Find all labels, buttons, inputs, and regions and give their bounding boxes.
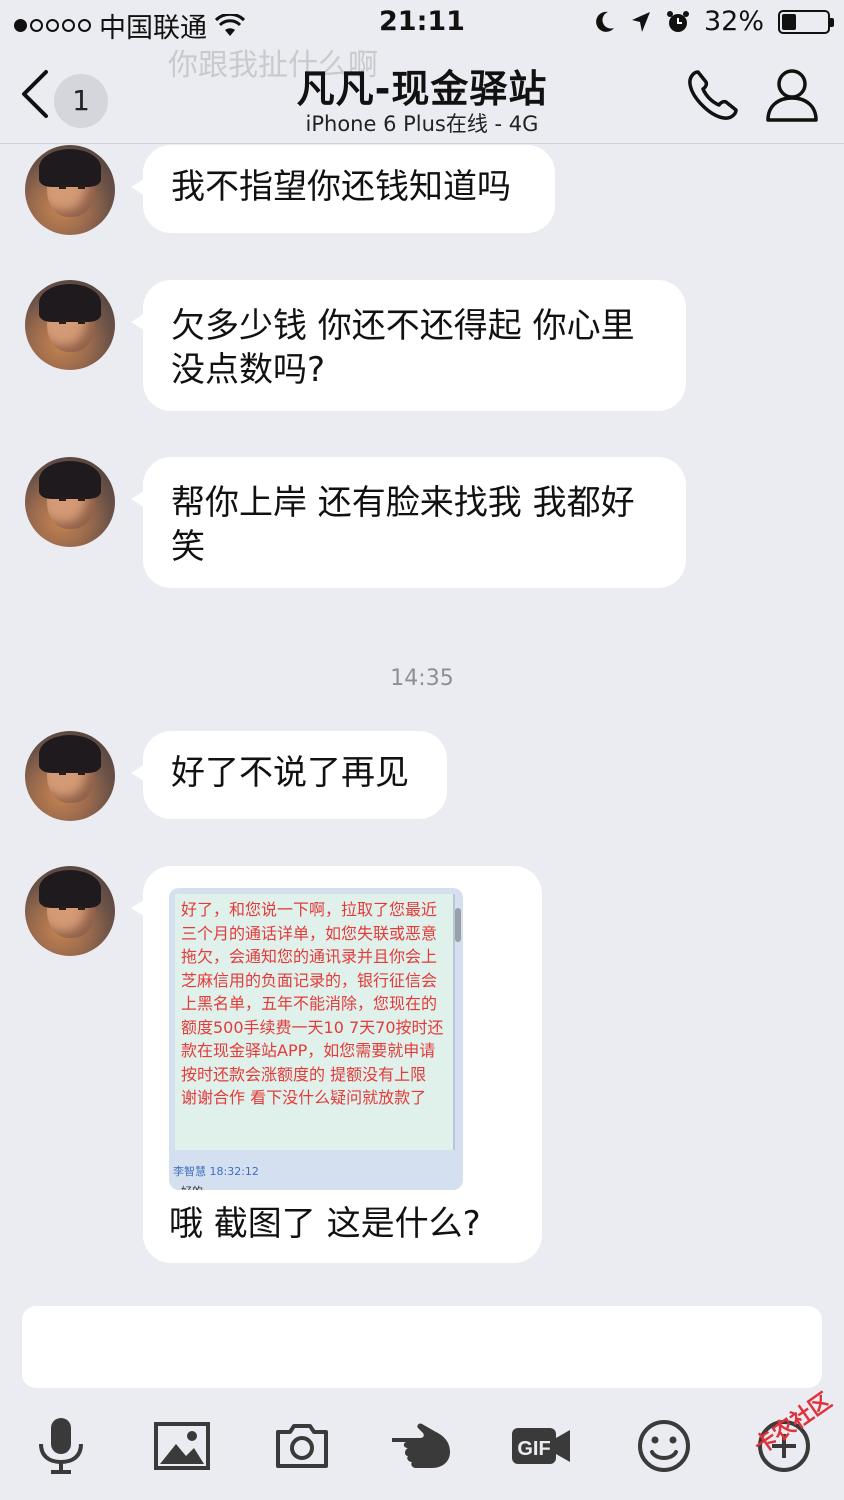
message-input[interactable] <box>22 1306 822 1388</box>
message-bubble[interactable]: 好了不说了再见 <box>131 731 447 819</box>
phone-icon[interactable] <box>684 66 742 124</box>
input-toolbar: GIF <box>0 1408 844 1488</box>
image-caption: 哦 截图了 这是什么? <box>169 1204 481 1244</box>
battery-percent: 32% <box>703 6 764 37</box>
svg-text:GIF: GIF <box>517 1438 550 1460</box>
avatar[interactable] <box>25 280 115 370</box>
screenshot-scrollbar <box>455 908 461 942</box>
emoji-icon[interactable] <box>634 1416 694 1476</box>
screenshot-text: 好了，和您说一下啊，拉取了您最近三个月的通话详单，如您失联或恶意拖欠，会通知您的… <box>181 900 444 1107</box>
screenshot-reply: 好的 <box>181 1170 203 1190</box>
status-right: 32% <box>594 6 834 37</box>
hand-pointer-icon[interactable] <box>390 1416 454 1476</box>
microphone-icon[interactable] <box>31 1416 91 1476</box>
location-arrow-icon <box>631 11 650 32</box>
avatar[interactable] <box>25 731 115 821</box>
image-message-bubble[interactable]: 好了，和您说一下啊，拉取了您最近三个月的通话详单，如您失联或恶意拖欠，会通知您的… <box>131 866 542 1263</box>
battery-icon <box>778 9 834 34</box>
moon-icon <box>596 11 614 32</box>
status-bar: 中国联通 21:11 32% <box>0 0 844 46</box>
avatar[interactable] <box>25 866 115 956</box>
message-bubble[interactable]: 帮你上岸 还有脸来找我 我都好笑 <box>131 457 686 588</box>
gif-icon[interactable]: GIF <box>510 1416 574 1476</box>
message-bubble[interactable]: 我不指望你还钱知道吗 <box>131 145 555 233</box>
image-icon[interactable] <box>152 1416 212 1476</box>
person-icon[interactable] <box>764 66 820 124</box>
avatar[interactable] <box>25 457 115 547</box>
nav-bar: 1 凡凡-现金驿站 iPhone 6 Plus在线 - 4G <box>0 46 844 144</box>
message-bubble[interactable]: 欠多少钱 你还不还得起 你心里没点数吗? <box>131 280 686 411</box>
camera-icon[interactable] <box>272 1416 332 1476</box>
message-timestamp: 14:35 <box>390 666 454 691</box>
attached-screenshot[interactable]: 好了，和您说一下啊，拉取了您最近三个月的通话详单，如您失联或恶意拖欠，会通知您的… <box>169 888 463 1190</box>
avatar[interactable] <box>25 145 115 235</box>
alarm-icon <box>666 10 689 32</box>
screenshot-paper: 好了，和您说一下啊，拉取了您最近三个月的通话详单，如您失联或恶意拖欠，会通知您的… <box>175 894 455 1150</box>
